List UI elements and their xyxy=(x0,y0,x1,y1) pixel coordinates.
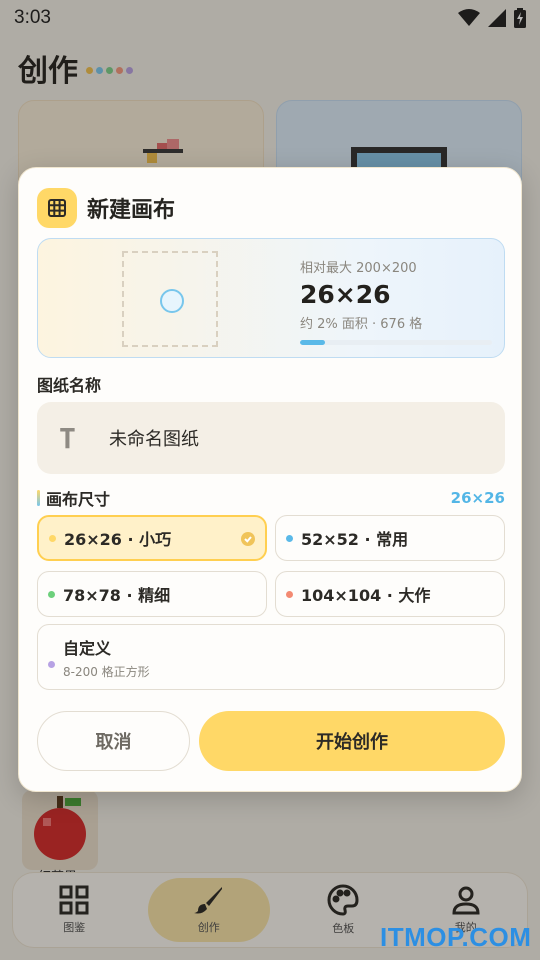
canvas-preview-dot xyxy=(160,289,184,313)
option-dot xyxy=(48,590,55,598)
option-label: 78×78 · 精细 xyxy=(63,586,171,605)
dialog-title: 新建画布 xyxy=(87,198,176,223)
option-label: 52×52 · 常用 xyxy=(301,530,409,549)
watermark: ITMOP.COM xyxy=(380,922,532,952)
option-dot xyxy=(286,534,293,542)
preview-progress-fill xyxy=(300,340,325,345)
option-dot xyxy=(49,534,56,542)
section-accent-bar xyxy=(37,490,40,506)
option-dot xyxy=(286,590,293,598)
dialog-header: 新建画布 xyxy=(37,188,175,228)
canvas-preview: 相对最大 200×200 26×26 约 2% 面积 · 676 格 xyxy=(37,238,505,358)
size-option-104[interactable]: 104×104 · 大作 xyxy=(275,571,505,617)
canvas-preview-frame xyxy=(122,251,218,347)
preview-subtitle: 约 2% 面积 · 676 格 xyxy=(300,317,423,332)
grid-icon xyxy=(37,188,77,228)
name-label: 图纸名称 xyxy=(37,376,102,395)
start-create-button[interactable]: 开始创作 xyxy=(199,711,505,771)
size-header: 画布尺寸 26×26 xyxy=(37,486,505,510)
new-canvas-dialog: 新建画布 相对最大 200×200 26×26 约 2% 面积 · 676 格 … xyxy=(18,167,522,792)
option-label: 26×26 · 小巧 xyxy=(64,530,172,549)
custom-text: 自定义 8-200 格正方形 xyxy=(63,635,150,680)
custom-hint: 8-200 格正方形 xyxy=(63,664,150,679)
name-input[interactable] xyxy=(109,427,469,449)
name-field[interactable]: T xyxy=(37,402,505,474)
size-option-26[interactable]: 26×26 · 小巧 xyxy=(37,515,267,561)
size-current: 26×26 xyxy=(450,489,505,507)
option-dot xyxy=(48,660,55,668)
canvas-preview-info: 相对最大 200×200 26×26 约 2% 面积 · 676 格 xyxy=(300,257,494,345)
custom-label: 自定义 xyxy=(63,638,112,658)
size-label: 画布尺寸 xyxy=(46,490,111,509)
size-option-custom[interactable]: 自定义 8-200 格正方形 xyxy=(37,624,505,690)
preview-caption: 相对最大 200×200 xyxy=(300,261,417,276)
cancel-button[interactable]: 取消 xyxy=(37,711,190,771)
size-option-52[interactable]: 52×52 · 常用 xyxy=(275,515,505,561)
option-label: 104×104 · 大作 xyxy=(301,586,431,605)
size-option-78[interactable]: 78×78 · 精细 xyxy=(37,571,267,617)
preview-progress-bar xyxy=(300,340,492,345)
check-icon xyxy=(241,532,255,546)
preview-size: 26×26 xyxy=(300,280,391,309)
text-icon: T xyxy=(59,421,76,455)
